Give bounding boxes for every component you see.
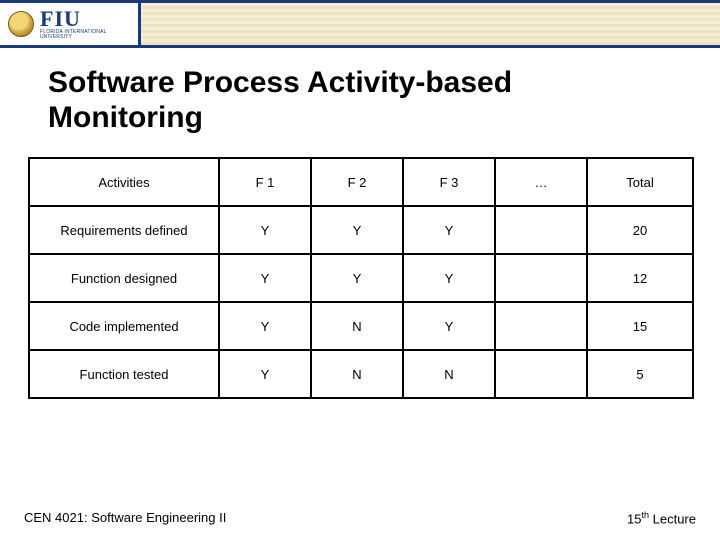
footer-ordinal: th <box>642 510 650 520</box>
col-dots: … <box>495 158 587 206</box>
logo-acronym: FIU <box>40 8 138 30</box>
col-total: Total <box>587 158 693 206</box>
cell-f2: N <box>311 350 403 398</box>
cell-activity: Function tested <box>29 350 219 398</box>
slide-header: FIU FLORIDA INTERNATIONAL UNIVERSITY <box>0 0 720 48</box>
footer-left: CEN 4021: Software Engineering II <box>24 510 226 526</box>
slide-footer: CEN 4021: Software Engineering II 15th L… <box>24 510 696 526</box>
cell-f3: Y <box>403 206 495 254</box>
title-line-2: Monitoring <box>48 101 203 134</box>
cell-f3: N <box>403 350 495 398</box>
cell-activity: Requirements defined <box>29 206 219 254</box>
title-line-1: Software Process Activity-based <box>48 66 512 99</box>
cell-total: 20 <box>587 206 693 254</box>
footer-right: 15th Lecture <box>627 510 696 526</box>
cell-f1: Y <box>219 350 311 398</box>
cell-total: 15 <box>587 302 693 350</box>
col-f2: F 2 <box>311 158 403 206</box>
logo-text-wrap: FIU FLORIDA INTERNATIONAL UNIVERSITY <box>40 8 138 40</box>
cell-f3: Y <box>403 254 495 302</box>
cell-f2: Y <box>311 254 403 302</box>
footer-lecture-word: Lecture <box>649 511 696 526</box>
table-row: Function designed Y Y Y 12 <box>29 254 693 302</box>
cell-f3: Y <box>403 302 495 350</box>
cell-f1: Y <box>219 254 311 302</box>
cell-total: 12 <box>587 254 693 302</box>
table-header-row: Activities F 1 F 2 F 3 … Total <box>29 158 693 206</box>
activity-table: Activities F 1 F 2 F 3 … Total Requireme… <box>28 157 694 399</box>
table-row: Code implemented Y N Y 15 <box>29 302 693 350</box>
cell-f2: N <box>311 302 403 350</box>
cell-dots <box>495 254 587 302</box>
cell-dots <box>495 206 587 254</box>
cell-f1: Y <box>219 206 311 254</box>
table-row: Requirements defined Y Y Y 20 <box>29 206 693 254</box>
table-row: Function tested Y N N 5 <box>29 350 693 398</box>
cell-dots <box>495 350 587 398</box>
footer-lecture-num: 15 <box>627 511 641 526</box>
cell-total: 5 <box>587 350 693 398</box>
col-f1: F 1 <box>219 158 311 206</box>
cell-activity: Code implemented <box>29 302 219 350</box>
cell-activity: Function designed <box>29 254 219 302</box>
cell-dots <box>495 302 587 350</box>
col-activities: Activities <box>29 158 219 206</box>
col-f3: F 3 <box>403 158 495 206</box>
cell-f1: Y <box>219 302 311 350</box>
cell-f2: Y <box>311 206 403 254</box>
slide-title: Software Process Activity-based Monitori… <box>48 66 720 135</box>
university-seal-icon <box>8 11 34 37</box>
logo-subtext: FLORIDA INTERNATIONAL UNIVERSITY <box>40 30 138 40</box>
logo-block: FIU FLORIDA INTERNATIONAL UNIVERSITY <box>0 3 141 45</box>
